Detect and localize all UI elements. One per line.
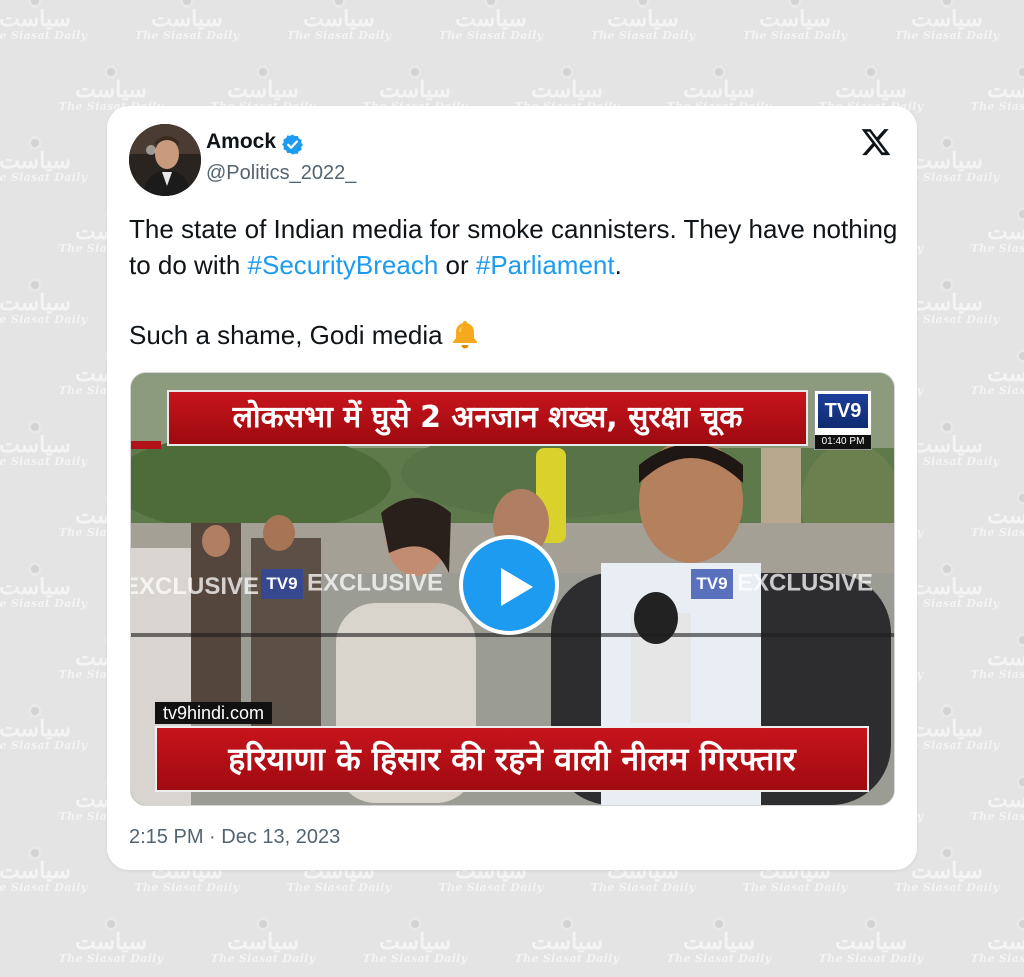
watermark-tile: سیاستThe Siasat Daily — [968, 349, 1024, 397]
watermark-tile: سیاستThe Siasat Daily — [968, 775, 1024, 823]
watermark-tile: سیاستThe Siasat Daily — [0, 846, 90, 894]
author-handle[interactable]: @Politics_2022_ — [206, 162, 356, 185]
watermark-tile: سیاستThe Siasat Daily — [512, 917, 622, 965]
video-player[interactable]: लोकसभा में घुसे 2 अनजान शख्स, सुरक्षा चू… — [130, 372, 895, 806]
watermark-tile: سیاستThe Siasat Daily — [132, 0, 242, 42]
bell-icon — [452, 321, 477, 349]
watermark-tile: سیاستThe Siasat Daily — [436, 0, 546, 42]
watermark-tile: سیاستThe Siasat Daily — [740, 0, 850, 42]
watermark-tile: سیاستThe Siasat Daily — [968, 207, 1024, 255]
watermark-tile: سیاستThe Siasat Daily — [816, 917, 926, 965]
banner-accent — [131, 441, 161, 449]
exclusive-watermark: TV9 EXCLUSIVE — [691, 569, 873, 599]
ticker-site-label: tv9hindi.com — [155, 702, 273, 724]
exclusive-watermark: TV9 EXCLUSIVE — [261, 569, 443, 599]
tweet-timestamp[interactable]: 2:15 PM · Dec 13, 2023 — [129, 826, 340, 849]
watermark-tile: سیاستThe Siasat Daily — [0, 704, 90, 752]
avatar[interactable] — [129, 124, 201, 196]
watermark-tile: سیاستThe Siasat Daily — [968, 65, 1024, 113]
exclusive-logo: TV9 — [261, 569, 303, 599]
hashtag-security-breach[interactable]: #SecurityBreach — [248, 250, 439, 280]
watermark-tile: سیاستThe Siasat Daily — [284, 0, 394, 42]
hashtag-parliament[interactable]: #Parliament — [476, 250, 615, 280]
watermark-tile: سیاستThe Siasat Daily — [0, 136, 90, 184]
watermark-tile: سیاستThe Siasat Daily — [892, 0, 1002, 42]
play-icon — [501, 568, 533, 606]
channel-clock: 01:40 PM — [815, 435, 871, 449]
exclusive-text: EXCLUSIVE — [737, 569, 874, 597]
exclusive-logo: TV9 — [691, 569, 733, 599]
tweet-card[interactable]: Amock @Politics_2022_ The state of India… — [107, 106, 917, 870]
tweet-paragraph-1: The state of Indian media for smoke cann… — [129, 211, 899, 283]
tweet-paragraph-2: Such a shame, Godi media — [129, 317, 899, 353]
x-logo-icon[interactable] — [859, 126, 893, 158]
watermark-tile: سیاستThe Siasat Daily — [664, 917, 774, 965]
exclusive-text: EXCLUSIVE — [130, 573, 260, 600]
watermark-tile: سیاستThe Siasat Daily — [588, 0, 698, 42]
author-name[interactable]: Amock — [206, 130, 276, 154]
watermark-tile: سیاستThe Siasat Daily — [0, 278, 90, 326]
verified-badge-icon — [282, 134, 303, 155]
watermark-tile: سیاستThe Siasat Daily — [0, 420, 90, 468]
exclusive-watermark: EXCLUSIVE — [130, 573, 260, 601]
watermark-tile: سیاستThe Siasat Daily — [360, 917, 470, 965]
watermark-tile: سیاستThe Siasat Daily — [968, 917, 1024, 965]
channel-logo-text: TV9 — [818, 394, 868, 428]
play-button[interactable] — [459, 535, 559, 635]
tweet-text-line2: Such a shame, Godi media — [129, 320, 443, 350]
watermark-tile: سیاستThe Siasat Daily — [208, 917, 318, 965]
channel-logo: TV9 01:40 PM — [814, 390, 872, 450]
watermark-tile: سیاستThe Siasat Daily — [0, 0, 90, 42]
watermark-tile: سیاستThe Siasat Daily — [968, 633, 1024, 681]
news-headline-top: लोकसभा में घुसे 2 अनजान शख्स, सुरक्षा चू… — [167, 390, 808, 446]
tweet-text-end: . — [614, 250, 622, 280]
watermark-tile: سیاستThe Siasat Daily — [0, 562, 90, 610]
watermark-tile: سیاستThe Siasat Daily — [56, 917, 166, 965]
tweet-text-connector: or — [438, 250, 476, 280]
watermark-tile: سیاستThe Siasat Daily — [968, 491, 1024, 539]
exclusive-text: EXCLUSIVE — [307, 569, 444, 597]
news-headline-bottom: हरियाणा के हिसार की रहने वाली नीलम गिरफ्… — [155, 726, 869, 792]
tweet-text: The state of Indian media for smoke cann… — [129, 211, 899, 353]
